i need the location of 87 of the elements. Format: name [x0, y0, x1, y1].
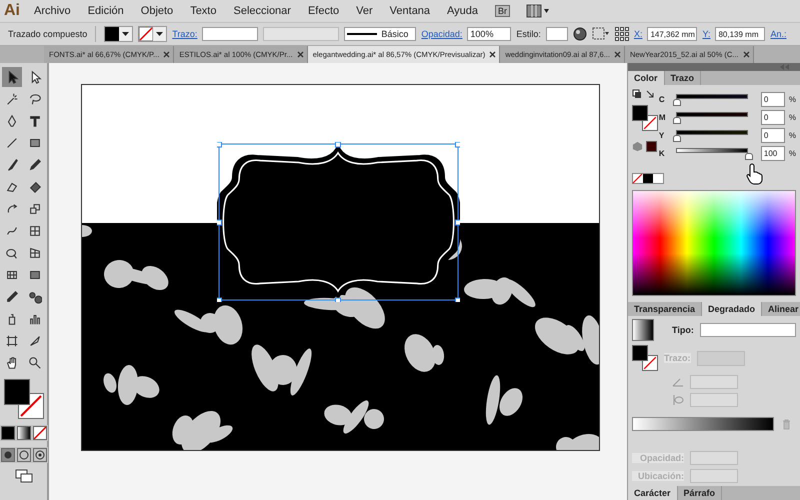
channel-slider[interactable]: [672, 94, 751, 105]
quick-swatches-icon[interactable]: [632, 172, 664, 184]
channel-label: C: [658, 94, 666, 104]
fill-stroke-swatches[interactable]: [4, 379, 44, 419]
gradient-mode-button[interactable]: [16, 426, 30, 440]
panel-tab[interactable]: Trazo: [664, 70, 702, 85]
gamut-color-swatch[interactable]: [646, 140, 657, 152]
gradient-opacity-label: Opacidad:: [632, 453, 684, 463]
slider-thumb[interactable]: [672, 134, 681, 142]
menu-item[interactable]: Objeto: [140, 5, 174, 17]
selection-type-label: Trazado compuesto: [8, 29, 88, 39]
recolor-artwork-icon[interactable]: [572, 27, 587, 41]
menu-item[interactable]: Ayuda: [447, 5, 478, 17]
percent-unit: %: [788, 94, 796, 104]
panel-tab[interactable]: Alinear: [762, 302, 800, 316]
pointer-hand-icon: [746, 163, 764, 185]
menu-item[interactable]: Seleccionar: [233, 5, 291, 17]
none-mode-button[interactable]: [32, 426, 46, 440]
style-dropdown[interactable]: [546, 27, 568, 41]
menu-item[interactable]: Efecto: [308, 5, 340, 17]
x-position-field[interactable]: 147,362 mm: [647, 27, 698, 41]
opacity-field[interactable]: 100%: [467, 27, 512, 41]
no-stroke-icon: [643, 356, 657, 370]
menu-item[interactable]: Edición: [88, 5, 124, 17]
bridge-button[interactable]: Br: [495, 5, 510, 17]
menu-item[interactable]: Ventana: [390, 5, 430, 17]
draw-inside-icon[interactable]: [32, 448, 46, 462]
panel-tab[interactable]: Párrafo: [678, 486, 722, 500]
no-stroke-icon: [643, 116, 657, 130]
style-label: Estilo:: [516, 29, 541, 39]
color-spectrum[interactable]: [632, 190, 796, 296]
gradient-stroke-label: Trazo:: [664, 353, 691, 363]
slider-thumb[interactable]: [744, 152, 753, 160]
fill-stroke-swatches[interactable]: [632, 345, 658, 371]
opacity-link[interactable]: Opacidad:: [421, 29, 462, 39]
percent-unit: %: [788, 130, 796, 140]
channel-label: Y: [658, 130, 666, 140]
stroke-profile-dropdown[interactable]: Básico: [344, 27, 416, 41]
percent-unit: %: [788, 148, 796, 158]
no-stroke-icon: [18, 394, 42, 418]
close-icon[interactable]: [489, 51, 496, 58]
slider-thumb[interactable]: [672, 116, 681, 124]
close-icon[interactable]: [296, 51, 304, 58]
channel-label: K: [658, 148, 666, 158]
x-position-link[interactable]: X:: [634, 29, 642, 39]
menu-item[interactable]: Texto: [190, 5, 216, 17]
channel-slider[interactable]: [672, 112, 751, 123]
screen-mode-icon[interactable]: [14, 469, 32, 483]
app-logo: Ai: [4, 2, 20, 20]
gradient-type-label: Tipo:: [672, 325, 694, 335]
stroke-weight-field[interactable]: [202, 27, 258, 41]
panel-tab[interactable]: Degradado: [702, 302, 762, 316]
channel-value-field[interactable]: 0: [760, 92, 785, 107]
stroke-color-dropdown[interactable]: [138, 26, 168, 42]
channel-label: M: [658, 112, 667, 122]
channel-slider[interactable]: [672, 130, 751, 141]
gradient-location-label: Ubicación:: [632, 471, 684, 481]
gradient-preview[interactable]: [632, 319, 654, 341]
channel-value-field[interactable]: 0: [760, 128, 785, 143]
swap-fill-stroke-icon[interactable]: [632, 88, 656, 101]
channel-value-field[interactable]: 100: [760, 146, 785, 161]
color-mode-button[interactable]: [0, 426, 14, 440]
close-icon[interactable]: [163, 51, 170, 58]
close-icon[interactable]: [742, 51, 750, 58]
fill-stroke-swatches[interactable]: [632, 104, 658, 131]
reference-point-icon[interactable]: [614, 27, 629, 41]
arrange-documents-icon[interactable]: [526, 4, 550, 18]
menu-item[interactable]: Ver: [356, 5, 373, 17]
gradient-type-dropdown[interactable]: [700, 323, 796, 337]
y-position-link[interactable]: Y:: [702, 29, 710, 39]
panel-tab[interactable]: Color: [628, 70, 664, 85]
panel-tab[interactable]: Carácter: [628, 486, 678, 500]
draw-normal-icon[interactable]: [0, 448, 14, 462]
isolate-object-icon[interactable]: [592, 27, 610, 41]
close-icon[interactable]: [614, 51, 621, 58]
stroke-link[interactable]: Trazo:: [172, 29, 198, 39]
channel-value-field[interactable]: 0: [760, 110, 785, 125]
aspect-ratio-icon: [672, 394, 684, 406]
draw-behind-icon[interactable]: [16, 448, 30, 462]
angle-icon: [672, 377, 684, 387]
y-position-field[interactable]: 80,139 mm: [715, 27, 766, 41]
percent-unit: %: [788, 112, 796, 122]
menu-item[interactable]: Archivo: [34, 5, 71, 17]
gradient-ramp[interactable]: [632, 417, 774, 431]
slider-thumb[interactable]: [672, 98, 681, 106]
width-link[interactable]: An.:: [770, 29, 786, 39]
fill-color-dropdown[interactable]: [104, 26, 134, 42]
